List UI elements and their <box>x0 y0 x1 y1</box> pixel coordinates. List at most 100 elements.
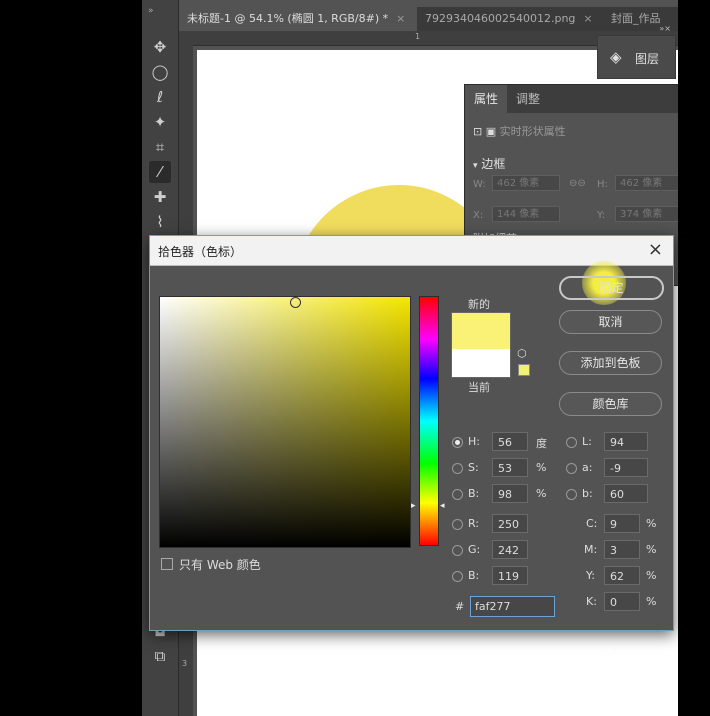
toolbar-collapse-icon[interactable]: » <box>148 6 154 16</box>
x-label: X: <box>473 210 484 221</box>
current-color-label: 当前 <box>468 381 490 394</box>
panel-controls[interactable]: »× <box>659 24 671 33</box>
ok-button[interactable]: 确定 <box>559 276 664 300</box>
g-field[interactable]: 242 <box>492 540 528 559</box>
s-unit: % <box>536 461 547 474</box>
color-libraries-button[interactable]: 颜色库 <box>559 392 662 416</box>
y-unit: % <box>646 569 657 582</box>
layers-icon: ◈ <box>610 48 622 66</box>
m-label: M: <box>584 543 598 556</box>
layers-label: 图层 <box>635 52 660 66</box>
current-color-swatch[interactable] <box>451 349 511 378</box>
shape-icon: ▣ <box>485 125 497 138</box>
a-field[interactable]: -9 <box>604 458 648 477</box>
radio-r[interactable] <box>452 519 463 530</box>
color-picker-dialog: 拾色器（色标） × ▸ ◂ 只有 Web 颜色 新的 ⬡ 当前 确定 取消 添加… <box>149 235 674 631</box>
hue-slider-arrow-right-icon[interactable]: ◂ <box>440 501 445 511</box>
h-label: H: <box>597 179 608 190</box>
cube-icon[interactable]: ⬡ <box>517 347 527 360</box>
magic-wand-tool-icon[interactable]: ✦ <box>149 111 171 133</box>
c-label: C: <box>586 517 598 530</box>
radio-l[interactable] <box>566 437 577 448</box>
watermark-logo: Bai度经验 <box>546 648 677 678</box>
doc-tab-untitled[interactable]: 未标题-1 @ 54.1% (椭圆 1, RGB/8#) * × <box>179 7 417 31</box>
color-field[interactable] <box>159 296 411 548</box>
radio-s[interactable] <box>452 463 463 474</box>
web-only-checkbox[interactable]: 只有 Web 颜色 <box>161 556 261 573</box>
watermark-url: jingyan.baidu.com <box>546 686 639 697</box>
c-unit: % <box>646 517 657 530</box>
move-tool-icon[interactable]: ✥ <box>149 36 171 58</box>
y-field[interactable]: 62 <box>604 566 640 585</box>
section-bounds-label: 边框 <box>481 157 506 171</box>
h-input[interactable]: 462 像素 <box>615 175 678 191</box>
k-label: K: <box>586 595 597 608</box>
l-field[interactable]: 94 <box>604 432 648 451</box>
w-label: W: <box>473 179 486 190</box>
doc-tab-label: 未标题-1 @ 54.1% (椭圆 1, RGB/8#) * <box>187 12 389 25</box>
cancel-button[interactable]: 取消 <box>559 310 662 334</box>
web-safe-color-swatch[interactable] <box>518 364 530 376</box>
c-field[interactable]: 9 <box>604 514 640 533</box>
hue-slider-arrow-left-icon[interactable]: ▸ <box>411 501 416 511</box>
blue-field[interactable]: 119 <box>492 566 528 585</box>
x-input[interactable]: 144 像素 <box>492 206 560 222</box>
lasso-tool-icon[interactable]: ℓ <box>149 86 171 108</box>
add-to-swatches-button[interactable]: 添加到色板 <box>559 351 662 375</box>
tab-adjustments[interactable]: 调整 <box>507 85 549 113</box>
k-field[interactable]: 0 <box>604 592 640 611</box>
m-unit: % <box>646 543 657 556</box>
shape-properties-label: 实时形状属性 <box>499 125 566 138</box>
lab-b-field[interactable]: 60 <box>604 484 648 503</box>
doc-tab-label: 792934046002540012.png <box>425 12 576 25</box>
color-field-marker[interactable] <box>290 297 301 308</box>
section-bounds[interactable]: ▾ 边框 <box>473 155 505 172</box>
k-unit: % <box>646 595 657 608</box>
marquee-tool-icon[interactable]: ◯ <box>149 61 171 83</box>
web-only-label: 只有 Web 颜色 <box>179 558 261 572</box>
properties-tabs: 属性 调整 <box>465 85 678 113</box>
s-field[interactable]: 53 <box>492 458 528 477</box>
doc-tab-png[interactable]: 792934046002540012.png × <box>417 7 605 31</box>
l-label: L: <box>582 435 592 448</box>
y-input[interactable]: 374 像素 <box>615 206 678 222</box>
healing-brush-tool-icon[interactable]: ✚ <box>149 186 171 208</box>
radio-blue[interactable] <box>452 571 463 582</box>
a-label: a: <box>582 461 593 474</box>
w-input[interactable]: 462 像素 <box>492 175 560 191</box>
hex-label: # <box>455 600 465 613</box>
tab-properties[interactable]: 属性 <box>465 85 508 113</box>
radio-b[interactable] <box>452 489 463 500</box>
m-field[interactable]: 3 <box>604 540 640 559</box>
blue-label: B: <box>468 569 480 582</box>
b-field[interactable]: 98 <box>492 484 528 503</box>
radio-lab-b[interactable] <box>566 489 577 500</box>
h-field[interactable]: 56 <box>492 432 528 451</box>
ruler-mark: 3 <box>182 659 188 668</box>
b-unit: % <box>536 487 547 500</box>
radio-h[interactable] <box>452 437 463 448</box>
radio-a[interactable] <box>566 463 577 474</box>
link-icon[interactable]: ⊖⊖ <box>569 178 586 189</box>
dialog-titlebar: 拾色器（色标） × <box>150 236 673 266</box>
lab-b-label: b: <box>582 487 593 500</box>
b-label: B: <box>468 487 480 500</box>
chevron-down-icon: ▾ <box>473 161 478 171</box>
checkbox-box[interactable] <box>161 558 173 570</box>
close-icon[interactable]: × <box>648 239 663 260</box>
close-tab-icon[interactable]: × <box>583 12 592 25</box>
new-color-swatch <box>451 312 511 350</box>
layers-panel-button[interactable]: »× ◈ 图层 <box>597 24 676 79</box>
g-label: G: <box>468 543 481 556</box>
y-label: Y: <box>586 569 595 582</box>
hue-slider[interactable] <box>419 296 439 546</box>
document-tab-bar: 未标题-1 @ 54.1% (椭圆 1, RGB/8#) * × 79293404… <box>179 7 678 31</box>
brush-tool-icon[interactable]: ⌇ <box>149 211 171 233</box>
screen-mode-icon[interactable]: ⧉ <box>149 645 171 667</box>
r-field[interactable]: 250 <box>492 514 528 533</box>
radio-g[interactable] <box>452 545 463 556</box>
eyedropper-tool-icon[interactable]: ⁄ <box>149 161 171 183</box>
close-tab-icon[interactable]: × <box>396 12 405 25</box>
hex-input[interactable]: faf277 <box>470 596 555 617</box>
crop-tool-icon[interactable]: ⌗ <box>149 136 171 158</box>
